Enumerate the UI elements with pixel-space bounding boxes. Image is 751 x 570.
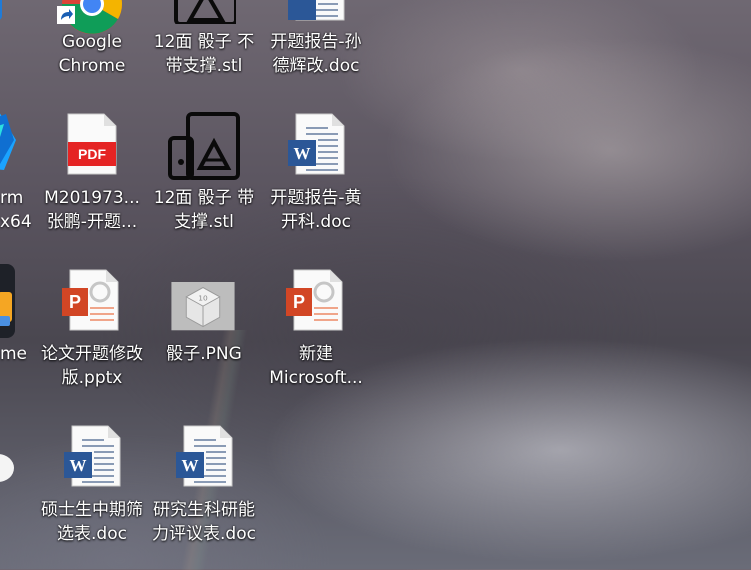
icon-label-line1: 硕士生中期筛 (41, 500, 143, 520)
desktop-icon-pptx-new[interactable]: P 新建 Microsoft... (261, 268, 371, 392)
powerpoint-file-icon: P (62, 269, 119, 331)
icon-label-line1: 研究生科研能 (153, 500, 255, 520)
desktop-icon-pptx-thesis[interactable]: P 论文开题修改 版.pptx (37, 268, 147, 392)
3d-print-file-icon (168, 112, 240, 180)
icon-label-line2: Microsoft... (269, 368, 363, 388)
image-thumbnail-icon: 10 (171, 282, 235, 331)
3d-print-file-icon (174, 0, 236, 24)
word-file-icon: W (64, 425, 121, 487)
icon-label-line1: 12面 骰子 不 (153, 32, 255, 52)
icon-label-line2: 带支撑.stl (165, 56, 243, 76)
icon-label-line2: 张鹏-开题... (46, 212, 138, 232)
word-file-icon: W (288, 113, 345, 175)
icon-label-line2: 选表.doc (57, 524, 127, 544)
desktop-icon-stl-dice-no-support[interactable]: 12面 骰子 不 带支撑.stl (149, 0, 259, 80)
icon-label-line2: 版.pptx (61, 368, 123, 388)
desktop-icon-doc-report-huang[interactable]: W 开题报告-黄 开科.doc (261, 112, 371, 236)
partial-icon-top[interactable] (0, 0, 10, 24)
powerpoint-file-icon: P (286, 269, 343, 331)
word-file-icon (288, 0, 345, 21)
partial-label-row3: me (0, 344, 28, 364)
pptx-badge: P (293, 292, 305, 312)
icon-label-line1: 论文开题修改 (41, 344, 143, 364)
icon-label-line2: 支撑.stl (174, 212, 234, 232)
icon-label-line1: 新建 (299, 344, 333, 364)
app-dark-icon (0, 264, 15, 338)
pptx-badge: P (69, 292, 81, 312)
icon-label-line2: 德辉改.doc (272, 56, 360, 76)
pdf-badge: PDF (78, 146, 106, 162)
desktop-icon-doc-report-sun[interactable]: 开题报告-孙 德辉改.doc (261, 0, 371, 80)
partial-label-row2-line1: rm (0, 188, 24, 208)
icon-label-line1: M201973... (44, 188, 140, 208)
icon-label-line1: 12面 骰子 带 (153, 188, 255, 208)
icon-label: 骰子.PNG (166, 344, 242, 364)
desktop-icon-png-dice[interactable]: 10 骰子.PNG (149, 268, 259, 368)
icon-label-line2: Chrome (58, 56, 126, 76)
icon-label-line2: 力评议表.doc (152, 524, 256, 544)
word-file-icon: W (176, 425, 233, 487)
desktop-icon-pdf-m201973[interactable]: PDF M201973... 张鹏-开题... (37, 112, 147, 236)
chat-bubble-icon (0, 454, 14, 482)
doc-badge: W (70, 456, 87, 475)
pdf-file-icon: PDF (67, 113, 117, 175)
icon-label-line1: 开题报告-黄 (270, 188, 362, 208)
partial-icon-wechat[interactable] (0, 448, 20, 492)
icon-label-line1: Google (62, 32, 122, 52)
partial-icon-dark[interactable] (0, 264, 16, 340)
shortcut-arrow-icon (57, 6, 75, 24)
icon-label-line2: 开科.doc (281, 212, 351, 232)
desktop-icon-doc-evaluation[interactable]: W 研究生科研能 力评议表.doc (149, 424, 259, 548)
partial-label-row2-line2: x64 (0, 212, 32, 232)
desktop-icon-stl-dice-support[interactable]: 12面 骰子 带 支撑.stl (149, 112, 259, 236)
ide-icon (0, 113, 16, 170)
desktop-icon-doc-midterm[interactable]: W 硕士生中期筛 选表.doc (37, 424, 147, 548)
svg-text:W: W (294, 144, 311, 163)
partial-icon-jetbrains[interactable] (0, 110, 20, 174)
svg-text:10: 10 (198, 294, 208, 303)
desktop-icon-google-chrome[interactable]: Google Chrome (37, 0, 147, 80)
icon-label-line1: 开题报告-孙 (270, 32, 362, 52)
partial-blue-icon (0, 0, 2, 20)
doc-badge: W (182, 456, 199, 475)
